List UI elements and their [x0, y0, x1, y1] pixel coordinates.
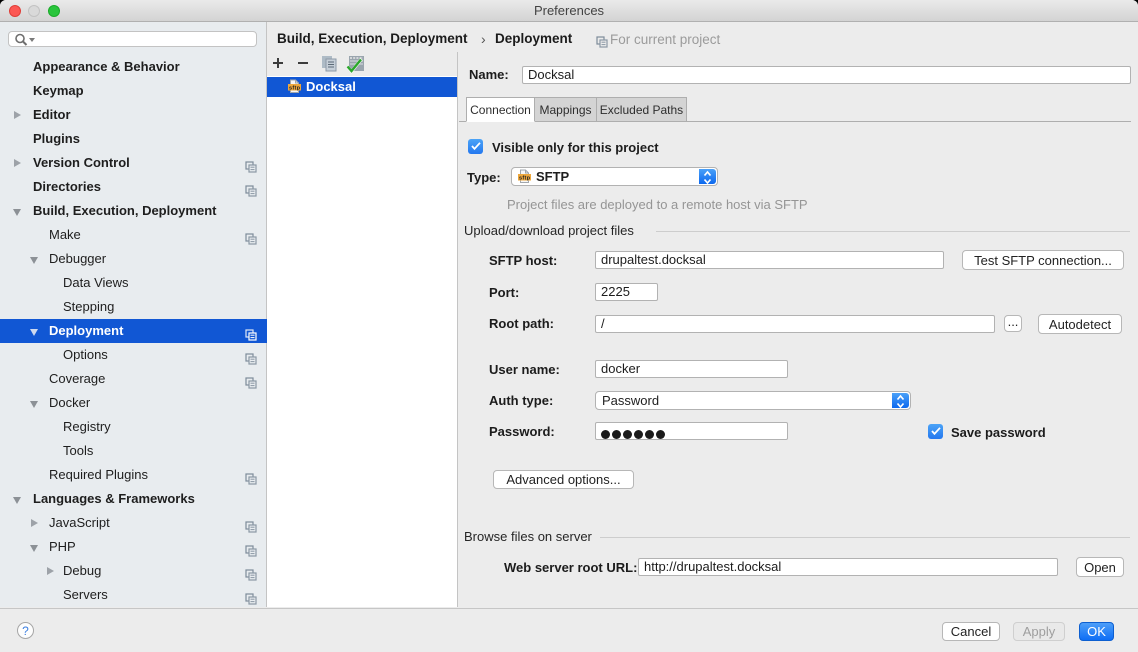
- svg-text:sftp: sftp: [519, 175, 531, 181]
- svg-text:sftp: sftp: [289, 85, 301, 91]
